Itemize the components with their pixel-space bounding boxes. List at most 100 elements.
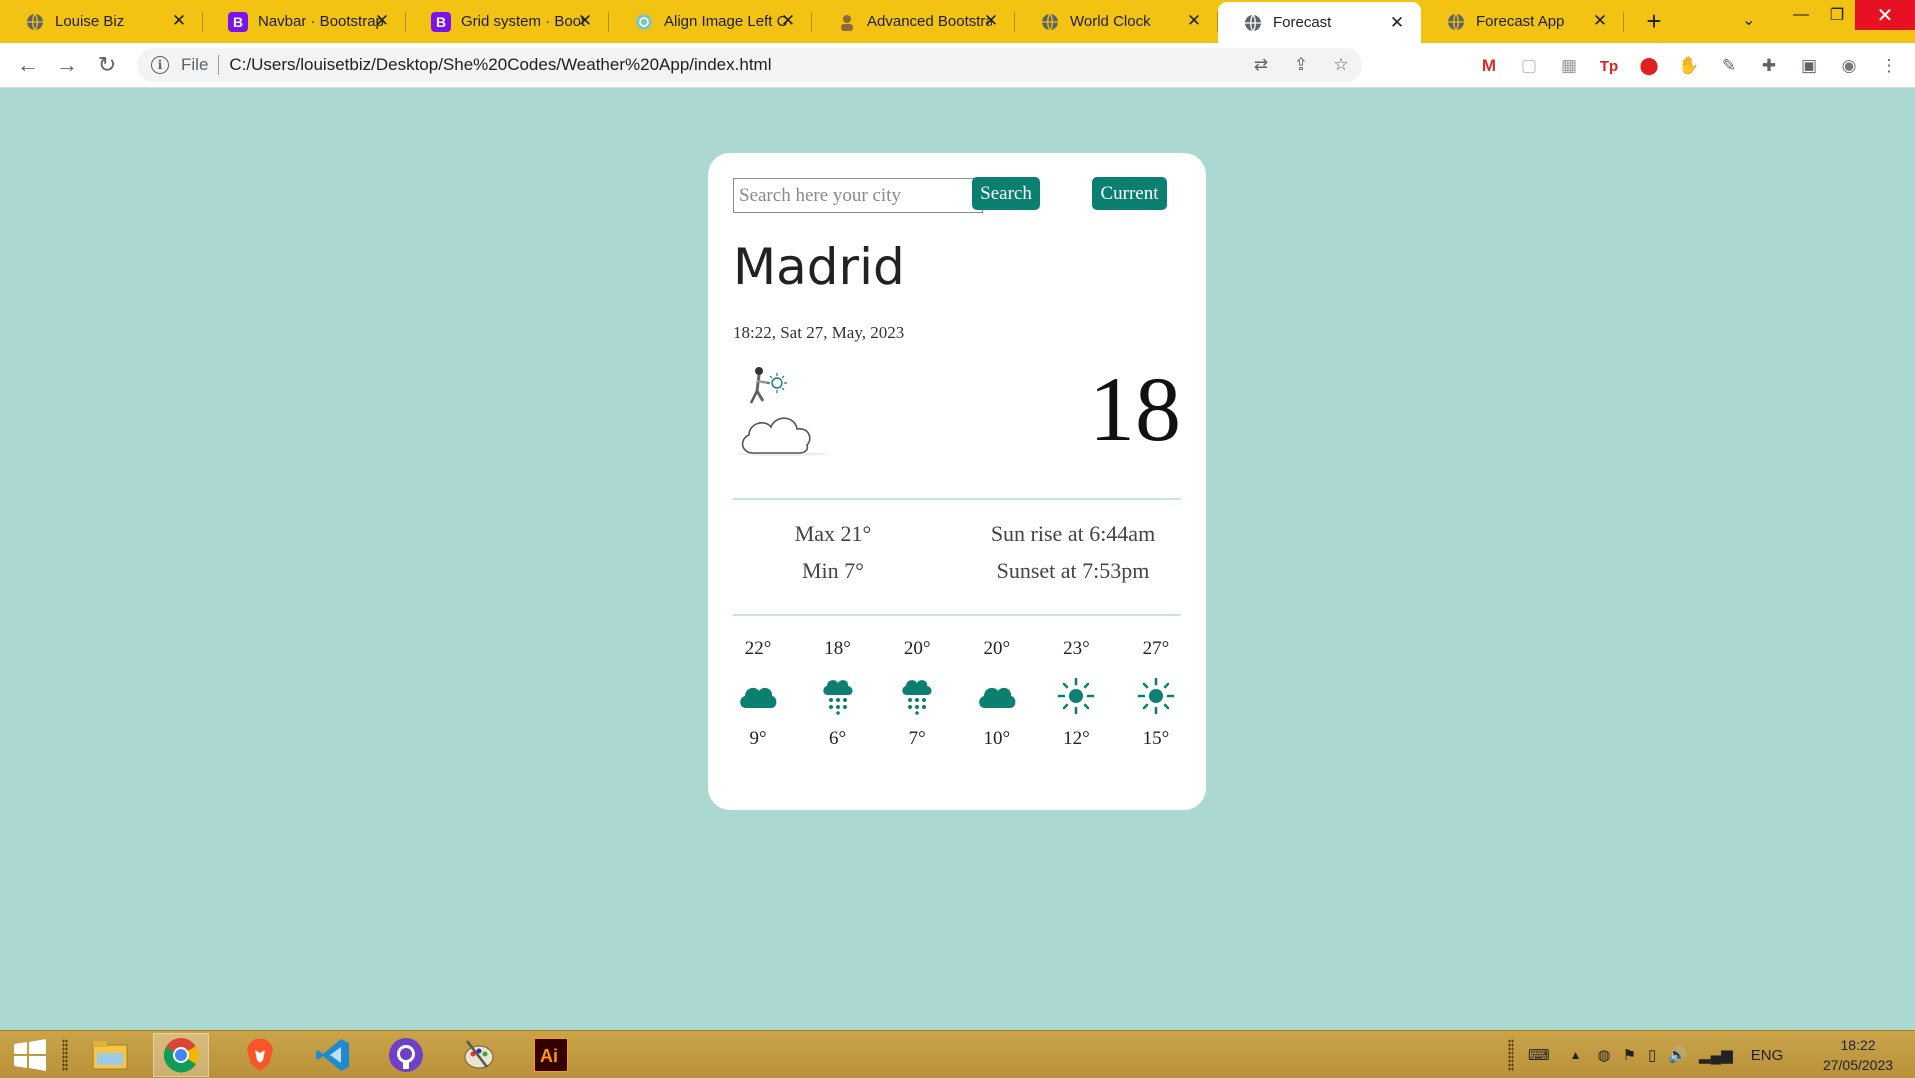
forecast-high: 27°	[1142, 638, 1170, 659]
min-temperature: Min 7°	[802, 558, 864, 583]
tab-search-chevron-icon[interactable]: ⌄	[1742, 10, 1755, 30]
file-explorer-icon[interactable]	[82, 1033, 138, 1077]
forecast-day: 23° 12°	[1051, 638, 1101, 750]
restore-icon[interactable]: ❐	[1814, 0, 1860, 30]
user-icon	[837, 12, 857, 32]
tab-louise-biz[interactable]: Louise Biz ✕	[0, 0, 203, 43]
globe-icon	[1243, 13, 1263, 33]
network-tray-icon[interactable]: ◍	[1598, 1046, 1611, 1064]
tab-close-icon[interactable]: ✕	[575, 11, 595, 31]
tab-close-icon[interactable]: ✕	[1387, 13, 1407, 33]
side-panel-icon[interactable]: ▣	[1796, 53, 1822, 79]
forecast-day: 20° 7°	[892, 638, 942, 750]
current-location-button[interactable]: Current	[1092, 177, 1167, 210]
taskbar-clock[interactable]: 18:22 27/05/2023	[1808, 1035, 1908, 1075]
forward-icon[interactable]: →	[53, 51, 81, 79]
vscode-icon[interactable]	[305, 1033, 361, 1077]
bootstrap-icon: B	[228, 11, 248, 32]
address-bar[interactable]: i File C:/Users/louisetbiz/Desktop/She%2…	[137, 48, 1362, 82]
date-time: 18:22, Sat 27, May, 2023	[733, 323, 905, 342]
bootstrap-icon: B	[431, 11, 451, 32]
forecast-row: 22° 9° 18° 6° 20° 7° 20° 10° 23° 12° 27°…	[733, 638, 1181, 750]
tab-close-icon[interactable]: ✕	[169, 11, 189, 31]
url-text[interactable]: C:/Users/louisetbiz/Desktop/She%20Codes/…	[229, 55, 771, 75]
back-icon[interactable]: ←	[14, 51, 42, 79]
tab-grid-system[interactable]: B Grid system · Bootstrap ✕	[406, 0, 609, 43]
svg-text:Ai: Ai	[540, 1046, 558, 1066]
tab-title: World Clock	[1070, 13, 1151, 30]
gmail-extension-icon[interactable]: M	[1476, 53, 1502, 79]
forecast-low: 7°	[908, 728, 926, 749]
divider	[733, 614, 1181, 616]
tab-forecast-app[interactable]: Forecast App ✕	[1421, 0, 1624, 43]
forecast-low: 10°	[983, 728, 1011, 749]
cloud-illustration-icon	[733, 361, 833, 461]
tab-advanced-bootstrap[interactable]: Advanced Bootstrap ✕	[812, 0, 1015, 43]
forecast-day: 20° 10°	[972, 638, 1022, 750]
forecast-high: 18°	[824, 638, 851, 659]
divider	[733, 498, 1181, 500]
tab-align-image[interactable]: Align Image Left C ✕	[609, 0, 812, 43]
chrome-icon[interactable]	[153, 1033, 209, 1077]
tab-forecast[interactable]: Forecast ✕	[1218, 2, 1421, 43]
close-window-icon[interactable]: ✕	[1855, 0, 1915, 30]
tab-close-icon[interactable]: ✕	[778, 11, 798, 31]
url-scheme: File	[181, 55, 209, 74]
rain-icon	[816, 674, 860, 718]
tab-close-icon[interactable]: ✕	[981, 11, 1001, 31]
extension-icon[interactable]: ▦	[1556, 53, 1582, 79]
tab-close-icon[interactable]: ✕	[1590, 11, 1610, 31]
windows-start-icon[interactable]	[2, 1033, 58, 1077]
cloud-icon	[736, 674, 780, 718]
svg-text:B: B	[233, 14, 243, 30]
tab-navbar-bootstrap[interactable]: B Navbar · Bootstrap ✕	[203, 0, 406, 43]
forecast-low: 9°	[749, 728, 767, 749]
globe-icon	[1446, 12, 1466, 32]
max-temperature: Max 21°	[794, 521, 872, 546]
show-hidden-icons-icon[interactable]: ▲	[1570, 1048, 1582, 1062]
weather-card: Search Current Madrid 18:22, Sat 27, May…	[708, 153, 1206, 810]
city-search-input[interactable]	[733, 178, 983, 213]
tab-close-icon[interactable]: ✕	[372, 11, 392, 31]
bookmark-star-icon[interactable]: ☆	[1330, 54, 1352, 76]
translate-icon[interactable]: ⇄	[1250, 54, 1272, 76]
cloud-icon	[975, 674, 1019, 718]
keyboard-icon[interactable]: ⌨	[1528, 1046, 1550, 1064]
tab-world-clock[interactable]: World Clock ✕	[1015, 0, 1218, 43]
city-name: Madrid	[733, 238, 905, 296]
search-button[interactable]: Search	[972, 177, 1040, 210]
tab-title: Navbar · Bootstrap	[258, 13, 383, 30]
menu-kebab-icon[interactable]: ⋮	[1876, 53, 1902, 79]
volume-icon[interactable]: 🔊	[1668, 1046, 1687, 1064]
tp-extension-icon[interactable]: Tp	[1596, 53, 1622, 79]
brave-icon[interactable]	[232, 1033, 288, 1077]
reload-icon[interactable]: ↻	[93, 51, 121, 79]
tab-title: Align Image Left C	[664, 13, 788, 30]
wifi-signal-icon[interactable]: ▂▄▆	[1699, 1046, 1733, 1064]
tab-title: Advanced Bootstrap	[867, 13, 992, 30]
tab-close-icon[interactable]: ✕	[1184, 11, 1204, 31]
share-icon[interactable]: ⇪	[1290, 54, 1312, 76]
sunrise-time: Sun rise at 6:44am	[990, 521, 1156, 546]
illustrator-icon[interactable]: Ai	[523, 1033, 579, 1077]
forecast-high: 20°	[983, 638, 1011, 659]
browser-tab-strip: Louise Biz ✕ B Navbar · Bootstrap ✕ B Gr…	[0, 0, 1915, 43]
puzzle-extensions-icon[interactable]: ✚	[1756, 53, 1782, 79]
profile-avatar[interactable]: ◉	[1836, 53, 1862, 79]
globe-icon	[1040, 12, 1060, 32]
site-info-icon[interactable]: i	[151, 56, 169, 74]
rain-icon	[895, 674, 939, 718]
globe-icon	[25, 12, 45, 32]
color-picker-icon[interactable]: ✎	[1716, 53, 1742, 79]
flag-icon[interactable]: ⚑	[1623, 1046, 1636, 1064]
pocket-extension-icon[interactable]: ▢	[1516, 53, 1542, 79]
github-icon[interactable]	[378, 1033, 434, 1077]
forecast-high: 22°	[744, 638, 772, 659]
hand-extension-icon[interactable]: ✋	[1676, 53, 1702, 79]
paint-icon[interactable]	[451, 1033, 507, 1077]
opera-extension-icon[interactable]: ⬤	[1636, 53, 1662, 79]
svg-text:B: B	[436, 14, 446, 30]
language-indicator[interactable]: ENG	[1751, 1047, 1784, 1064]
battery-icon[interactable]: ▯	[1648, 1046, 1656, 1064]
new-tab-icon[interactable]: +	[1634, 6, 1674, 37]
